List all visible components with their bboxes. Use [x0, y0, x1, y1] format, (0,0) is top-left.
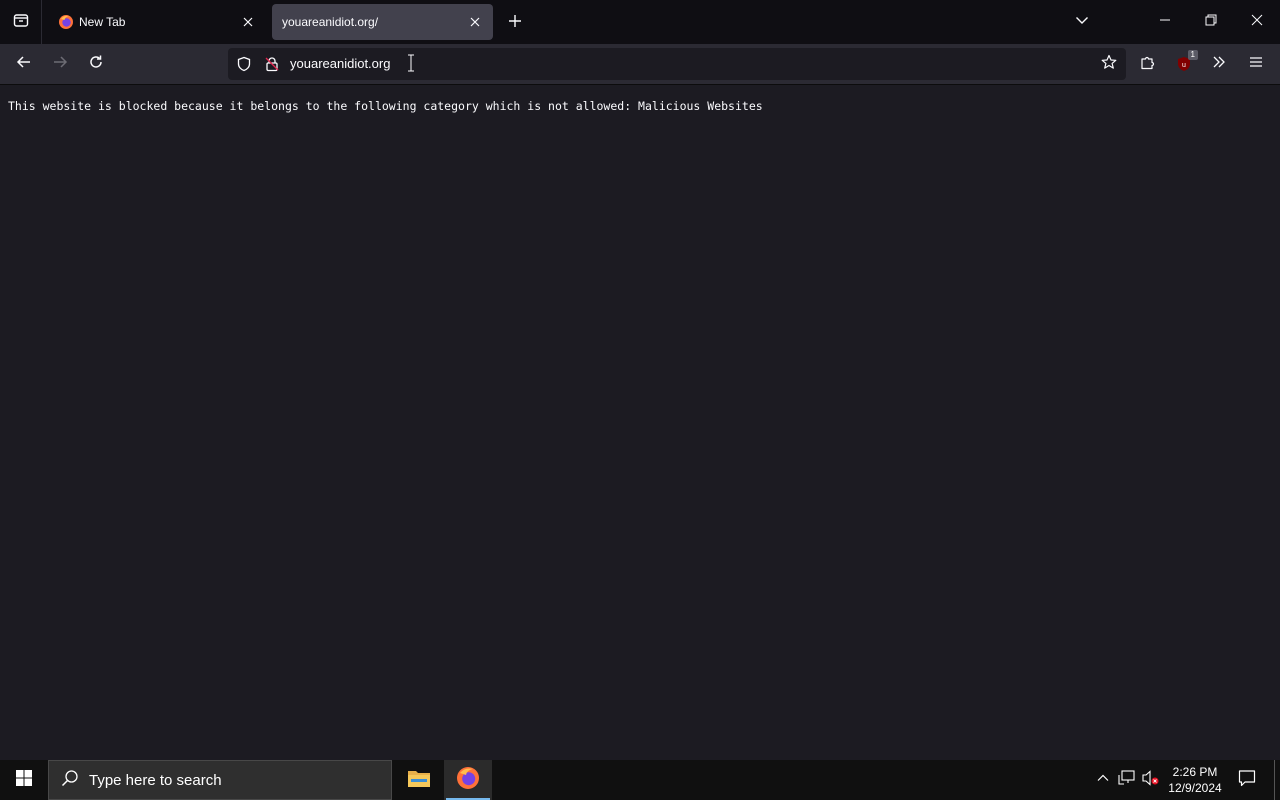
bookmark-page-button[interactable] — [1093, 48, 1125, 80]
close-window-button[interactable] — [1234, 0, 1280, 44]
svg-text:u: u — [1182, 62, 1186, 69]
tracking-protection-shield-icon[interactable] — [236, 56, 252, 72]
chevron-up-icon — [1097, 771, 1109, 789]
show-hidden-icons-button[interactable] — [1093, 770, 1113, 790]
url-bar[interactable]: youareanidiot.org — [228, 48, 1126, 80]
search-icon — [61, 769, 79, 792]
clock-date: 12/9/2024 — [1168, 781, 1222, 795]
start-button[interactable] — [0, 760, 48, 800]
text-cursor-icon — [406, 54, 416, 72]
forward-button[interactable] — [44, 48, 76, 80]
list-all-tabs-button[interactable] — [1070, 10, 1094, 34]
firefox-view-button[interactable] — [0, 0, 42, 44]
new-tab-button[interactable] — [503, 11, 527, 35]
arrow-right-icon — [52, 54, 68, 75]
page-content: This website is blocked because it belon… — [0, 85, 1280, 760]
double-chevron-right-icon — [1211, 54, 1227, 75]
app-menu-button[interactable] — [1240, 48, 1272, 80]
clock-time: 2:26 PM — [1172, 765, 1218, 779]
blocked-message: This website is blocked because it belon… — [8, 99, 763, 113]
taskbar-clock[interactable]: 2:26 PM 12/9/2024 — [1166, 764, 1224, 796]
file-explorer-icon — [407, 767, 431, 794]
windows-logo-icon — [16, 769, 32, 791]
tab-title: youareanidiot.org/ — [282, 15, 379, 29]
star-icon — [1101, 54, 1117, 75]
network-tray-button[interactable] — [1117, 769, 1137, 791]
close-icon — [1251, 13, 1263, 31]
insecure-lock-icon[interactable] — [264, 56, 280, 72]
firefox-view-icon — [13, 12, 29, 33]
action-center-button[interactable] — [1232, 760, 1262, 800]
network-icon — [1118, 769, 1136, 791]
arrow-left-icon — [16, 54, 32, 75]
notification-icon — [1238, 769, 1256, 792]
plus-icon — [508, 14, 522, 33]
tab-title: New Tab — [79, 15, 126, 29]
firefox-logo-icon — [456, 766, 480, 795]
volume-tray-button[interactable] — [1141, 769, 1161, 791]
extensions-button[interactable] — [1132, 48, 1164, 80]
firefox-logo-icon — [58, 14, 74, 30]
back-button[interactable] — [8, 48, 40, 80]
volume-muted-icon — [1142, 769, 1160, 791]
reload-icon — [88, 54, 104, 75]
search-placeholder: Type here to search — [89, 771, 222, 789]
hamburger-menu-icon — [1248, 54, 1264, 75]
taskbar-search-box[interactable]: Type here to search — [48, 760, 392, 800]
close-tab-icon[interactable] — [467, 14, 483, 30]
url-text[interactable]: youareanidiot.org — [290, 56, 390, 71]
ublock-origin-icon: u 1 — [1176, 50, 1198, 72]
reload-button[interactable] — [80, 48, 112, 80]
close-tab-icon[interactable] — [240, 14, 256, 30]
ublock-badge: 1 — [1187, 50, 1198, 60]
chevron-down-icon — [1075, 13, 1089, 32]
minimize-icon — [1159, 13, 1171, 31]
restore-button[interactable] — [1188, 0, 1234, 44]
firefox-taskbar-button[interactable] — [444, 760, 492, 800]
overflow-menu-button[interactable] — [1203, 48, 1235, 80]
puzzle-piece-icon — [1140, 54, 1156, 75]
restore-icon — [1205, 13, 1217, 31]
tab-bar: New Tab youareanidiot.org/ — [0, 0, 1280, 44]
minimize-button[interactable] — [1142, 0, 1188, 44]
tab-new-tab[interactable]: New Tab — [48, 4, 266, 40]
file-explorer-taskbar-button[interactable] — [395, 760, 443, 800]
navigation-toolbar: youareanidiot.org u 1 — [0, 44, 1280, 85]
ublock-origin-button[interactable]: u 1 — [1168, 48, 1200, 80]
tab-youareanidiot[interactable]: youareanidiot.org/ — [272, 4, 493, 40]
show-desktop-button[interactable] — [1274, 760, 1280, 800]
windows-taskbar: Type here to search 2:26 PM 12/9/2024 — [0, 760, 1280, 800]
